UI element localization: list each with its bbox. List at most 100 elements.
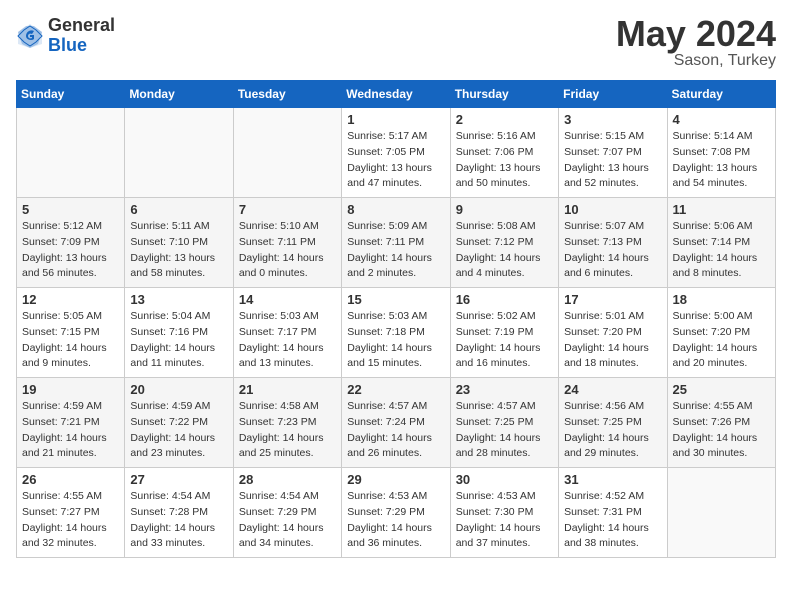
day-number: 25 [673,382,770,397]
calendar-cell: 8 Sunrise: 5:09 AMSunset: 7:11 PMDaylight… [342,198,450,288]
calendar-cell: 18 Sunrise: 5:00 AMSunset: 7:20 PMDayligh… [667,288,775,378]
calendar-cell: 21 Sunrise: 4:58 AMSunset: 7:23 PMDayligh… [233,378,341,468]
month-title: May 2024 [616,16,776,52]
column-header-monday: Monday [125,81,233,108]
day-number: 17 [564,292,661,307]
day-number: 11 [673,202,770,217]
calendar-cell [667,468,775,558]
day-info: Sunrise: 4:53 AMSunset: 7:29 PMDaylight:… [347,489,444,552]
day-info: Sunrise: 5:00 AMSunset: 7:20 PMDaylight:… [673,309,770,372]
day-number: 14 [239,292,336,307]
calendar-cell: 19 Sunrise: 4:59 AMSunset: 7:21 PMDayligh… [17,378,125,468]
calendar-cell: 31 Sunrise: 4:52 AMSunset: 7:31 PMDayligh… [559,468,667,558]
day-number: 8 [347,202,444,217]
calendar-week-row: 1 Sunrise: 5:17 AMSunset: 7:05 PMDaylight… [17,108,776,198]
page-header: General Blue May 2024 Sason, Turkey [16,16,776,70]
day-info: Sunrise: 5:10 AMSunset: 7:11 PMDaylight:… [239,219,336,282]
day-info: Sunrise: 4:57 AMSunset: 7:25 PMDaylight:… [456,399,553,462]
calendar-cell: 23Sunrise: 4:57 AMSunset: 7:25 PMDayligh… [450,378,558,468]
logo-icon [16,22,44,50]
day-info: Sunrise: 4:52 AMSunset: 7:31 PMDaylight:… [564,489,661,552]
calendar-table: SundayMondayTuesdayWednesdayThursdayFrid… [16,80,776,558]
day-number: 6 [130,202,227,217]
day-info: Sunrise: 5:16 AMSunset: 7:06 PMDaylight:… [456,129,553,192]
day-info: Sunrise: 4:53 AMSunset: 7:30 PMDaylight:… [456,489,553,552]
day-info: Sunrise: 5:15 AMSunset: 7:07 PMDaylight:… [564,129,661,192]
day-number: 30 [456,472,553,487]
calendar-header-row: SundayMondayTuesdayWednesdayThursdayFrid… [17,81,776,108]
day-info: Sunrise: 4:59 AMSunset: 7:22 PMDaylight:… [130,399,227,462]
day-info: Sunrise: 5:02 AMSunset: 7:19 PMDaylight:… [456,309,553,372]
day-number: 22 [347,382,444,397]
day-info: Sunrise: 5:03 AMSunset: 7:17 PMDaylight:… [239,309,336,372]
calendar-cell: 17 Sunrise: 5:01 AMSunset: 7:20 PMDayligh… [559,288,667,378]
day-info: Sunrise: 5:14 AMSunset: 7:08 PMDaylight:… [673,129,770,192]
location: Sason, Turkey [616,52,776,70]
day-info: Sunrise: 4:55 AMSunset: 7:27 PMDaylight:… [22,489,119,552]
calendar-week-row: 5Sunrise: 5:12 AMSunset: 7:09 PMDaylight… [17,198,776,288]
day-number: 12 [22,292,119,307]
day-number: 29 [347,472,444,487]
logo-text: General Blue [48,16,115,56]
day-info: Sunrise: 5:05 AMSunset: 7:15 PMDaylight:… [22,309,119,372]
calendar-cell: 11 Sunrise: 5:06 AMSunset: 7:14 PMDayligh… [667,198,775,288]
day-number: 1 [347,112,444,127]
calendar-cell: 25 Sunrise: 4:55 AMSunset: 7:26 PMDayligh… [667,378,775,468]
column-header-saturday: Saturday [667,81,775,108]
column-header-sunday: Sunday [17,81,125,108]
logo-blue: Blue [48,36,115,56]
day-number: 18 [673,292,770,307]
calendar-week-row: 26 Sunrise: 4:55 AMSunset: 7:27 PMDayligh… [17,468,776,558]
day-info: Sunrise: 4:54 AMSunset: 7:29 PMDaylight:… [239,489,336,552]
calendar-cell: 14 Sunrise: 5:03 AMSunset: 7:17 PMDayligh… [233,288,341,378]
day-number: 20 [130,382,227,397]
calendar-cell: 2 Sunrise: 5:16 AMSunset: 7:06 PMDaylight… [450,108,558,198]
day-info: Sunrise: 5:07 AMSunset: 7:13 PMDaylight:… [564,219,661,282]
day-number: 28 [239,472,336,487]
day-number: 9 [456,202,553,217]
calendar-cell: 26 Sunrise: 4:55 AMSunset: 7:27 PMDayligh… [17,468,125,558]
day-number: 19 [22,382,119,397]
calendar-cell: 3 Sunrise: 5:15 AMSunset: 7:07 PMDaylight… [559,108,667,198]
day-number: 21 [239,382,336,397]
day-info: Sunrise: 5:09 AMSunset: 7:11 PMDaylight:… [347,219,444,282]
calendar-cell: 9Sunrise: 5:08 AMSunset: 7:12 PMDaylight… [450,198,558,288]
calendar-cell: 10 Sunrise: 5:07 AMSunset: 7:13 PMDayligh… [559,198,667,288]
calendar-cell: 20 Sunrise: 4:59 AMSunset: 7:22 PMDayligh… [125,378,233,468]
day-info: Sunrise: 4:59 AMSunset: 7:21 PMDaylight:… [22,399,119,462]
day-info: Sunrise: 4:55 AMSunset: 7:26 PMDaylight:… [673,399,770,462]
day-info: Sunrise: 4:57 AMSunset: 7:24 PMDaylight:… [347,399,444,462]
logo: General Blue [16,16,115,56]
day-info: Sunrise: 4:56 AMSunset: 7:25 PMDaylight:… [564,399,661,462]
day-number: 24 [564,382,661,397]
calendar-cell: 16Sunrise: 5:02 AMSunset: 7:19 PMDayligh… [450,288,558,378]
calendar-week-row: 19 Sunrise: 4:59 AMSunset: 7:21 PMDayligh… [17,378,776,468]
day-number: 26 [22,472,119,487]
calendar-cell: 30 Sunrise: 4:53 AMSunset: 7:30 PMDayligh… [450,468,558,558]
day-info: Sunrise: 4:58 AMSunset: 7:23 PMDaylight:… [239,399,336,462]
day-info: Sunrise: 5:17 AMSunset: 7:05 PMDaylight:… [347,129,444,192]
day-number: 15 [347,292,444,307]
calendar-cell: 27Sunrise: 4:54 AMSunset: 7:28 PMDayligh… [125,468,233,558]
column-header-wednesday: Wednesday [342,81,450,108]
calendar-week-row: 12 Sunrise: 5:05 AMSunset: 7:15 PMDayligh… [17,288,776,378]
calendar-cell: 4 Sunrise: 5:14 AMSunset: 7:08 PMDaylight… [667,108,775,198]
day-info: Sunrise: 5:04 AMSunset: 7:16 PMDaylight:… [130,309,227,372]
day-number: 31 [564,472,661,487]
day-number: 13 [130,292,227,307]
day-number: 10 [564,202,661,217]
day-number: 3 [564,112,661,127]
calendar-cell: 6 Sunrise: 5:11 AMSunset: 7:10 PMDaylight… [125,198,233,288]
logo-general: General [48,16,115,36]
day-number: 5 [22,202,119,217]
column-header-tuesday: Tuesday [233,81,341,108]
day-number: 4 [673,112,770,127]
calendar-cell [17,108,125,198]
day-info: Sunrise: 5:06 AMSunset: 7:14 PMDaylight:… [673,219,770,282]
calendar-cell: 12 Sunrise: 5:05 AMSunset: 7:15 PMDayligh… [17,288,125,378]
day-number: 2 [456,112,553,127]
day-info: Sunrise: 5:11 AMSunset: 7:10 PMDaylight:… [130,219,227,282]
calendar-cell: 7Sunrise: 5:10 AMSunset: 7:11 PMDaylight… [233,198,341,288]
day-info: Sunrise: 5:01 AMSunset: 7:20 PMDaylight:… [564,309,661,372]
calendar-cell: 5Sunrise: 5:12 AMSunset: 7:09 PMDaylight… [17,198,125,288]
